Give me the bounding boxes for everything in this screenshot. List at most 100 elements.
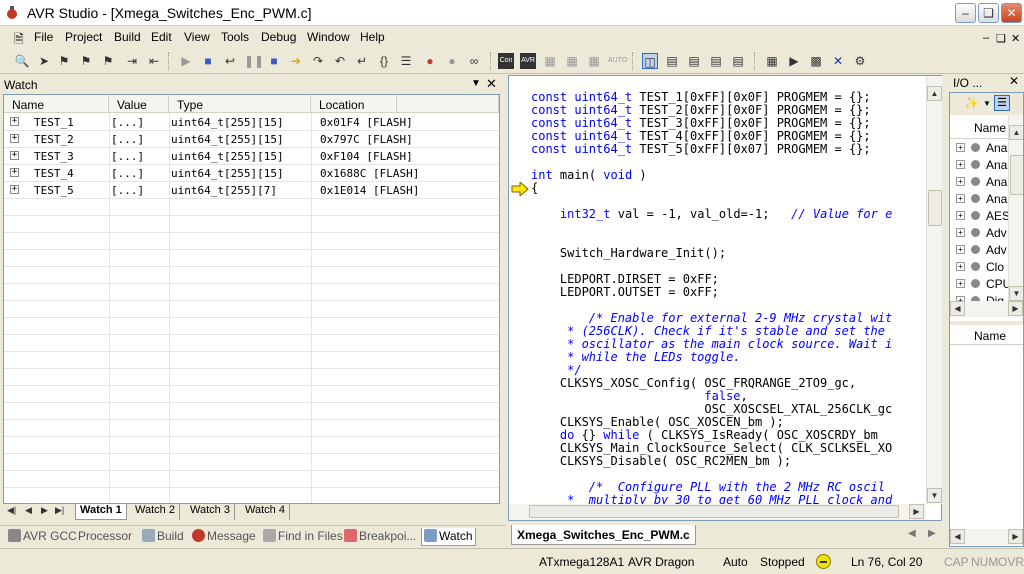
io-view-panel[interactable]: ✨ ▼ ☰ Name + Ana + Ana + Ana + Ana + AES + Adv…: [949, 92, 1024, 547]
pause-icon[interactable]: ❚❚: [244, 53, 264, 69]
column-header-location[interactable]: Location: [311, 95, 397, 113]
expand-icon[interactable]: +: [956, 211, 965, 220]
table-row[interactable]: + TEST_2 [...] uint64_t[255][15] 0x797C …: [4, 131, 499, 148]
editor-file-tab[interactable]: Xmega_Switches_Enc_PWM.c: [511, 525, 696, 545]
code-line[interactable]: const uint64_t TEST_5[0xFF][0x07] PROGME…: [531, 143, 871, 156]
code-line[interactable]: Switch_Hardware_Init();: [531, 247, 726, 260]
indent-icon[interactable]: ⇥: [124, 53, 140, 69]
restore-button[interactable]: ❏: [978, 3, 999, 23]
chip3-icon[interactable]: ▦: [586, 53, 602, 69]
clear-breakpoints-icon[interactable]: ●: [444, 53, 460, 69]
step-over-icon[interactable]: ↶: [332, 53, 348, 69]
close-button[interactable]: ✕: [1001, 3, 1022, 23]
bookmark-toggle-icon[interactable]: ⚑: [56, 53, 72, 69]
dropdown-icon[interactable]: ▼: [983, 99, 991, 108]
mdi-close-icon[interactable]: ✕: [1011, 32, 1020, 45]
tab-watch[interactable]: Watch: [421, 528, 476, 546]
processor-icon[interactable]: ▤: [730, 53, 746, 69]
find-icon[interactable]: ➤: [36, 53, 52, 69]
build-icon[interactable]: ▦: [764, 53, 780, 69]
first-tab-icon[interactable]: ◀|: [7, 505, 16, 516]
table-row[interactable]: + TEST_4 [...] uint64_t[255][15] 0x1688C…: [4, 165, 499, 182]
io-column-header-2[interactable]: Name: [950, 327, 1023, 345]
tab-watch-3[interactable]: Watch 3: [186, 504, 235, 520]
bookmark-clear-icon[interactable]: ⚑: [100, 53, 116, 69]
menu-help[interactable]: Help: [360, 30, 385, 44]
expand-icon[interactable]: +: [10, 117, 19, 126]
scroll-right-icon[interactable]: ▶: [1008, 529, 1023, 544]
scroll-up-icon[interactable]: ▲: [1009, 125, 1023, 140]
step-into-icon[interactable]: ↷: [310, 53, 326, 69]
last-tab-icon[interactable]: ▶|: [55, 505, 64, 516]
expand-icon[interactable]: +: [956, 143, 965, 152]
table-row[interactable]: + TEST_1 [...] uint64_t[255][15] 0x01F4 …: [4, 114, 499, 131]
reset-icon[interactable]: ↩: [222, 53, 238, 69]
code-line[interactable]: {: [531, 182, 538, 195]
mdi-restore-icon[interactable]: ❏: [996, 32, 1006, 45]
list-item[interactable]: + Ana: [950, 173, 1010, 190]
menu-file[interactable]: File: [34, 30, 53, 44]
scroll-left-icon[interactable]: ◀: [950, 529, 965, 544]
close-icon[interactable]: ✕: [486, 76, 497, 92]
memory-window-icon[interactable]: ▤: [664, 53, 680, 69]
close-icon[interactable]: ✕: [1009, 74, 1019, 88]
register-window-icon[interactable]: ▤: [686, 53, 702, 69]
auto-icon[interactable]: AUTO: [608, 53, 627, 69]
prev-tab-icon[interactable]: ◀: [25, 505, 32, 516]
stop-icon[interactable]: ■: [200, 53, 216, 69]
bookmark-next-icon[interactable]: ⚑: [78, 53, 94, 69]
outdent-icon[interactable]: ⇤: [146, 53, 162, 69]
splitter[interactable]: [950, 321, 1023, 325]
tab-watch-4[interactable]: Watch 4: [241, 504, 290, 520]
io-column-header[interactable]: Name: [950, 121, 1008, 139]
run-to-cursor-icon[interactable]: {}: [376, 53, 392, 69]
menu-tools[interactable]: Tools: [221, 30, 249, 44]
avr-icon[interactable]: AVR: [520, 53, 536, 69]
disassembly-icon[interactable]: ☰: [398, 53, 414, 69]
step-out-icon[interactable]: ↵: [354, 53, 370, 69]
scroll-right-icon[interactable]: ▶: [1008, 301, 1023, 316]
expand-icon[interactable]: +: [956, 160, 965, 169]
list-item[interactable]: + Clo: [950, 258, 1010, 275]
options-gear-icon[interactable]: ⚙: [852, 53, 868, 69]
menu-edit[interactable]: Edit: [151, 30, 172, 44]
menu-project[interactable]: Project: [65, 30, 102, 44]
scroll-down-icon[interactable]: ▼: [1009, 286, 1023, 301]
binoculars-icon[interactable]: 🔍: [14, 53, 30, 69]
tab-message[interactable]: Message: [190, 528, 258, 546]
chip-icon[interactable]: ▦: [542, 53, 558, 69]
expand-icon[interactable]: +: [956, 177, 965, 186]
next-tab-icon[interactable]: ▶: [41, 505, 48, 516]
column-header-type[interactable]: Type: [169, 95, 311, 113]
quickwatch-icon[interactable]: ∞: [466, 53, 482, 69]
tab-processor[interactable]: Processor: [76, 528, 134, 546]
io-view-icon[interactable]: ▤: [708, 53, 724, 69]
list-item[interactable]: + Ana: [950, 190, 1010, 207]
show-next-icon[interactable]: ■: [266, 53, 282, 69]
code-line[interactable]: int32_t val = -1, val_old=-1; // Value f…: [531, 208, 892, 221]
compile-icon[interactable]: ▩: [808, 53, 824, 69]
scroll-up-icon[interactable]: ▲: [927, 86, 942, 101]
tab-watch-2[interactable]: Watch 2: [131, 504, 180, 520]
tab-build[interactable]: Build: [140, 528, 186, 546]
tab-breakpoints[interactable]: Breakpoi...: [342, 528, 418, 546]
tab-avr-gcc[interactable]: AVR GCC: [6, 528, 79, 546]
chip2-icon[interactable]: ▦: [564, 53, 580, 69]
io-horizontal-scrollbar-2[interactable]: ◀ ▶: [950, 529, 1023, 545]
expand-icon[interactable]: +: [10, 185, 19, 194]
scroll-down-icon[interactable]: ▼: [927, 488, 942, 503]
tree-view-icon[interactable]: ☰: [994, 95, 1010, 111]
list-item[interactable]: + Ana: [950, 139, 1010, 156]
expand-icon[interactable]: +: [10, 168, 19, 177]
tab-scroll-left-icon[interactable]: ◀: [908, 528, 916, 539]
scroll-thumb[interactable]: [1010, 155, 1023, 195]
vertical-scrollbar[interactable]: ▲ ▼: [926, 76, 942, 504]
list-item[interactable]: + AES: [950, 207, 1010, 224]
code-editor[interactable]: const uint64_t TEST_1[0xFF][0x0F] PROGME…: [508, 75, 942, 521]
tab-find-in-files[interactable]: Find in Files: [261, 528, 345, 546]
watch-window-icon[interactable]: ◫: [642, 53, 658, 69]
expand-icon[interactable]: +: [956, 279, 965, 288]
scroll-right-icon[interactable]: ▶: [909, 504, 924, 519]
table-row[interactable]: + TEST_3 [...] uint64_t[255][15] 0xF104 …: [4, 148, 499, 165]
expand-icon[interactable]: +: [956, 194, 965, 203]
